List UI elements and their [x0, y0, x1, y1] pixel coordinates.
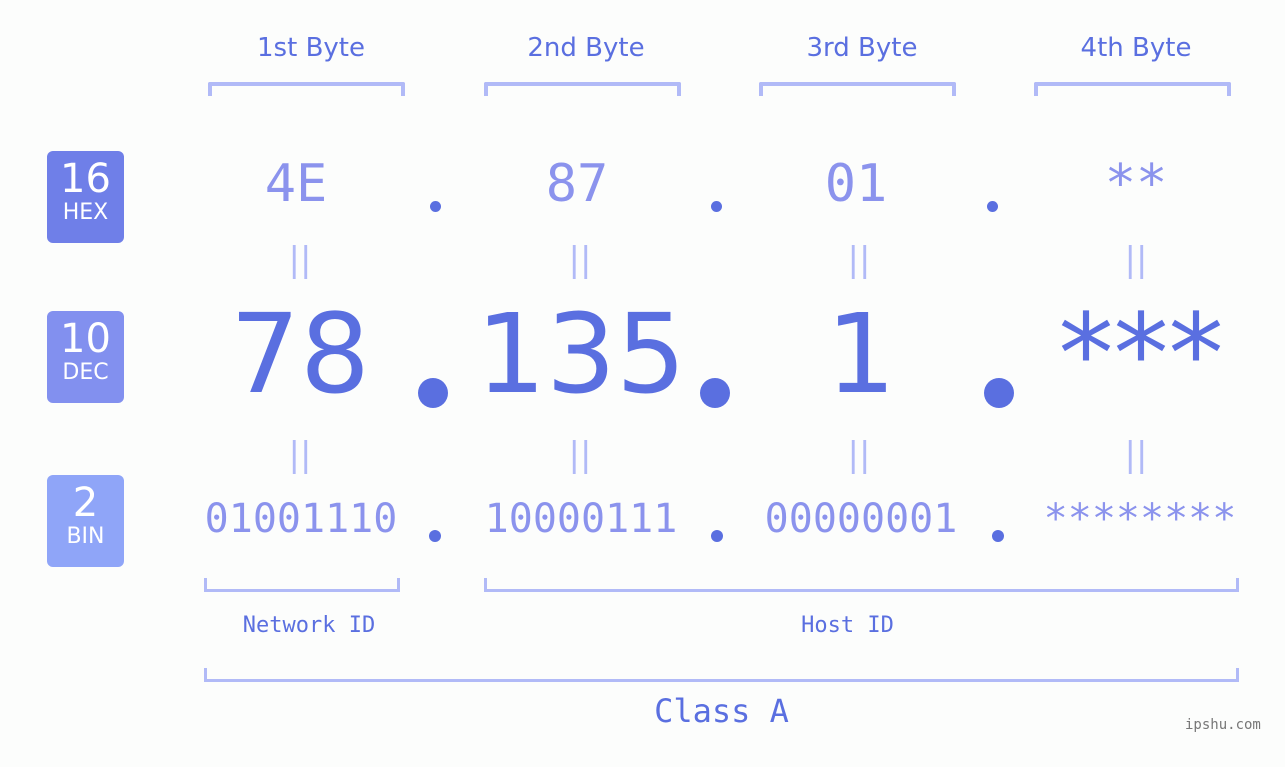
dec-dot-3	[984, 378, 1014, 408]
byte-header-4: 4th Byte	[1080, 33, 1192, 63]
network-id-label: Network ID	[242, 613, 376, 638]
bin-value-1: 01001110	[204, 496, 398, 542]
bin-badge: 2 BIN	[47, 475, 124, 567]
host-id-bracket	[484, 578, 1239, 592]
equals-sign: ||	[568, 240, 592, 280]
host-id-label: Host ID	[801, 613, 894, 638]
hex-badge-number: 16	[60, 156, 111, 202]
equals-sign: ||	[288, 240, 312, 280]
watermark: ipshu.com	[1185, 717, 1261, 733]
hex-dot-2	[711, 201, 722, 212]
hex-value-3: 01	[824, 154, 888, 214]
bin-badge-number: 2	[72, 480, 99, 526]
hex-value-4: **	[1104, 154, 1168, 214]
bin-dot-3	[992, 530, 1004, 542]
dec-dot-2	[700, 378, 730, 408]
network-id-bracket	[204, 578, 400, 592]
class-bracket	[204, 668, 1239, 682]
hex-value-1: 4E	[264, 154, 328, 214]
bin-value-4: ********	[1043, 496, 1237, 542]
equals-sign: ||	[288, 435, 312, 475]
dec-value-4: ***	[1058, 290, 1224, 418]
byte-bracket-1	[208, 82, 405, 96]
byte-bracket-2	[484, 82, 681, 96]
bin-dot-1	[429, 530, 441, 542]
equals-sign: ||	[568, 435, 592, 475]
dec-dot-1	[418, 378, 448, 408]
bin-value-2: 10000111	[484, 496, 678, 542]
hex-dot-3	[987, 201, 998, 212]
byte-bracket-3	[759, 82, 956, 96]
class-label: Class A	[654, 692, 789, 730]
equals-sign: ||	[1124, 240, 1148, 280]
equals-sign: ||	[1124, 435, 1148, 475]
bin-dot-2	[711, 530, 723, 542]
byte-header-2: 2nd Byte	[527, 33, 645, 63]
hex-badge-label: HEX	[62, 200, 109, 225]
hex-badge: 16 HEX	[47, 151, 124, 243]
dec-value-1: 78	[230, 290, 370, 418]
byte-header-1: 1st Byte	[257, 33, 365, 63]
byte-bracket-4	[1034, 82, 1231, 96]
byte-header-3: 3rd Byte	[806, 33, 918, 63]
dec-badge-number: 10	[60, 316, 111, 362]
equals-sign: ||	[847, 435, 871, 475]
equals-sign: ||	[847, 240, 871, 280]
bin-value-3: 00000001	[764, 496, 958, 542]
bin-badge-label: BIN	[66, 524, 105, 549]
hex-value-2: 87	[545, 154, 609, 214]
dec-value-2: 135	[476, 290, 686, 418]
dec-badge-label: DEC	[62, 360, 109, 385]
dec-value-3: 1	[826, 290, 896, 418]
dec-badge: 10 DEC	[47, 311, 124, 403]
hex-dot-1	[430, 201, 441, 212]
